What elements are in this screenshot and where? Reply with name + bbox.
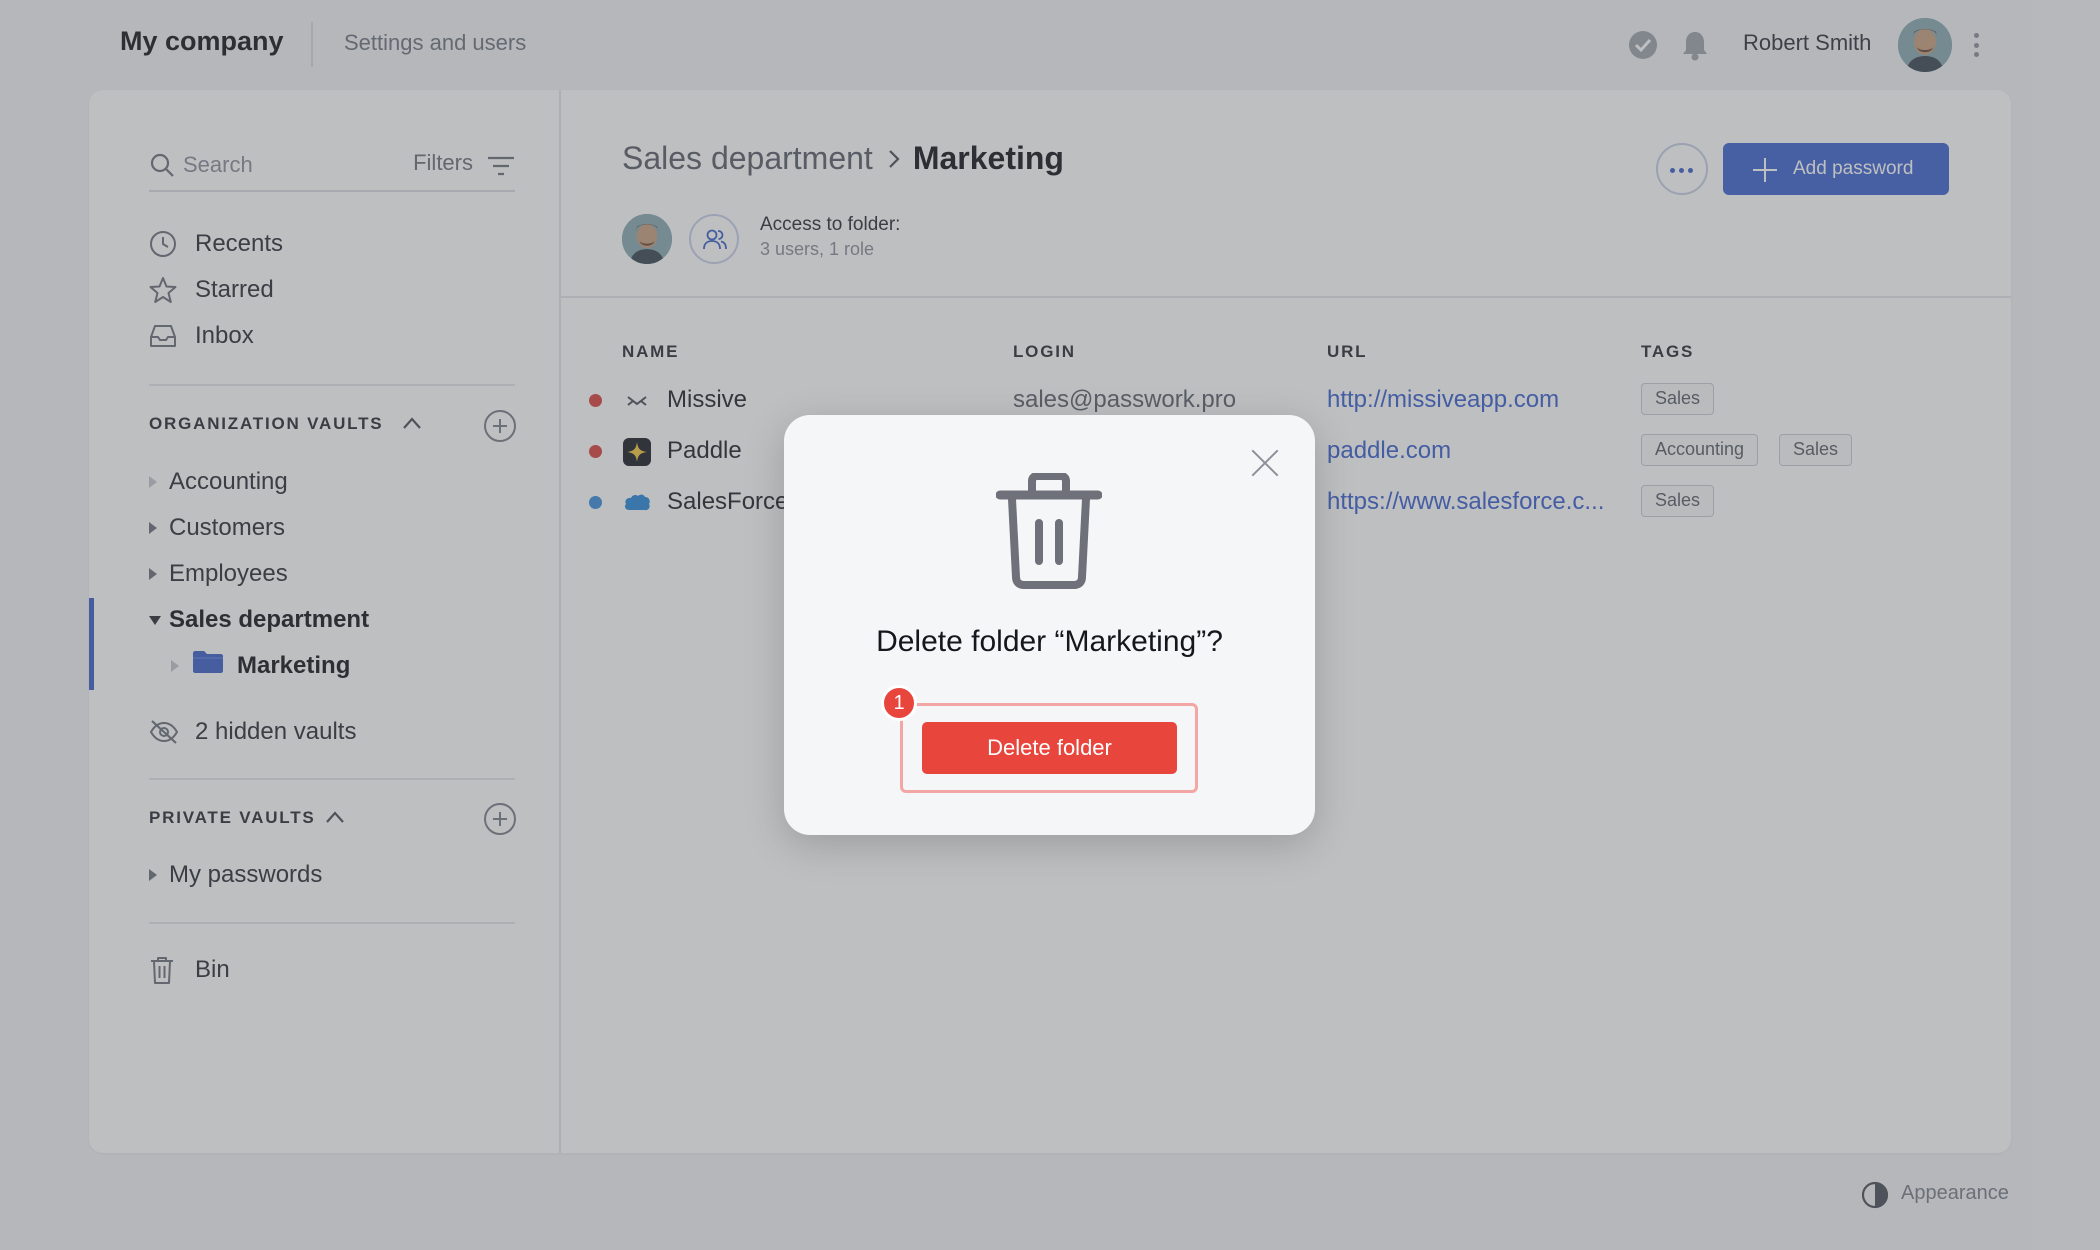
- delete-folder-dialog: Delete folder “Marketing”? Delete folder…: [784, 415, 1315, 835]
- close-icon[interactable]: [1250, 448, 1280, 478]
- step-badge: 1: [881, 685, 917, 721]
- delete-folder-button[interactable]: Delete folder: [922, 722, 1177, 774]
- trash-icon: [996, 473, 1102, 589]
- dialog-title: Delete folder “Marketing”?: [876, 625, 1223, 658]
